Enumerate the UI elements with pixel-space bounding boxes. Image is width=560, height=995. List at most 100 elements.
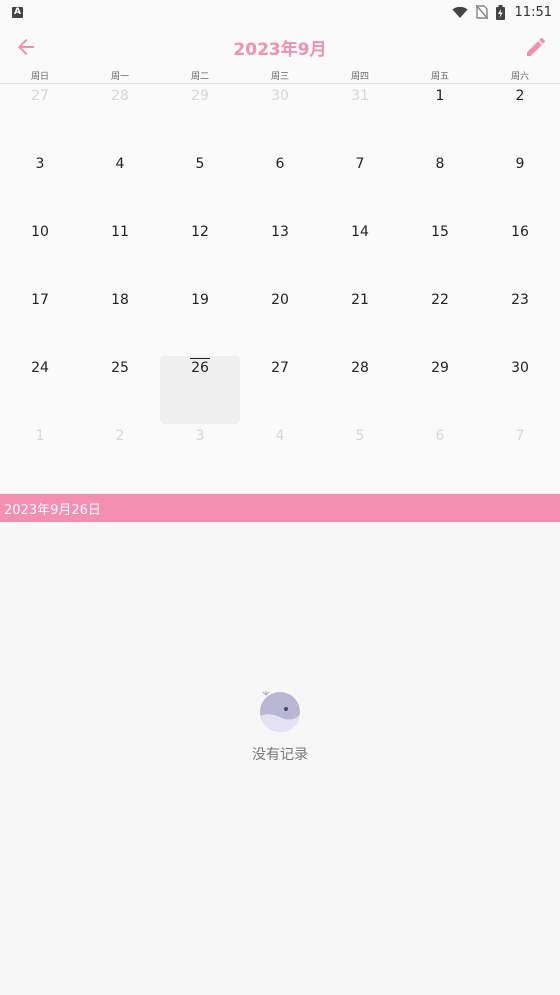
day-number: 26: [190, 358, 210, 376]
day-cell[interactable]: 6: [400, 424, 480, 492]
day-number: 29: [431, 360, 449, 376]
day-number: 21: [351, 292, 369, 308]
day-cell[interactable]: 9: [480, 152, 560, 220]
day-cell[interactable]: 24: [0, 356, 80, 424]
day-cell[interactable]: 13: [240, 220, 320, 288]
day-number: 18: [111, 292, 129, 308]
day-number: 22: [431, 292, 449, 308]
battery-charging-icon: [495, 4, 505, 20]
month-title[interactable]: 2023年9月: [233, 35, 326, 60]
day-number: 27: [271, 360, 289, 376]
day-cell[interactable]: 8: [400, 152, 480, 220]
day-cell[interactable]: 18: [80, 288, 160, 356]
day-number: 9: [515, 156, 525, 172]
day-number: 29: [191, 88, 209, 104]
accessibility-notification-icon: A: [12, 6, 23, 18]
day-cell[interactable]: 7: [320, 152, 400, 220]
day-cell[interactable]: 11: [80, 220, 160, 288]
day-number: 13: [271, 224, 289, 240]
day-cell[interactable]: 1: [400, 84, 480, 152]
day-cell[interactable]: 1: [0, 424, 80, 492]
weekday-label: 周一: [110, 72, 129, 82]
day-number: 17: [31, 292, 49, 308]
day-number: 6: [435, 428, 445, 444]
day-number: 30: [511, 360, 529, 376]
day-cell[interactable]: 28: [80, 84, 160, 152]
day-number: 4: [115, 156, 125, 172]
day-number: 31: [351, 88, 369, 104]
day-cell[interactable]: 3: [160, 424, 240, 492]
whale-icon: [260, 691, 300, 732]
status-time: 11:51: [514, 4, 552, 20]
day-cell[interactable]: 15: [400, 220, 480, 288]
day-number: 3: [35, 156, 45, 172]
day-cell[interactable]: 2: [480, 84, 560, 152]
day-cell[interactable]: 14: [320, 220, 400, 288]
day-number: 12: [191, 224, 209, 240]
day-cell[interactable]: 4: [80, 152, 160, 220]
day-cell[interactable]: 7: [480, 424, 560, 492]
day-number: 6: [275, 156, 285, 172]
day-number: 28: [111, 88, 129, 104]
day-cell[interactable]: 6: [240, 152, 320, 220]
calendar: 2023年9月 周日 周一 周二 周三 周四 周五 周六 27 28 29 30 31 1…: [0, 24, 560, 494]
day-cell[interactable]: 16: [480, 220, 560, 288]
day-cell[interactable]: 20: [240, 288, 320, 356]
day-cell[interactable]: 4: [240, 424, 320, 492]
weekday-label: 周四: [350, 72, 369, 82]
day-number: 24: [31, 360, 49, 376]
day-cell[interactable]: 29: [400, 356, 480, 424]
day-cell-selected[interactable]: 26: [160, 356, 240, 424]
empty-state: 没有记录: [0, 690, 560, 764]
weekday-label: 周二: [190, 72, 209, 82]
day-number: 7: [355, 156, 365, 172]
weekday-label: 周日: [30, 72, 49, 82]
day-number: 5: [195, 156, 205, 172]
arrow-left-icon[interactable]: [14, 35, 38, 59]
day-cell[interactable]: 27: [0, 84, 80, 152]
day-cell[interactable]: 5: [160, 152, 240, 220]
day-cell[interactable]: 10: [0, 220, 80, 288]
day-cell[interactable]: 21: [320, 288, 400, 356]
day-cell[interactable]: 5: [320, 424, 400, 492]
day-cell[interactable]: 19: [160, 288, 240, 356]
weekday-label: 周五: [430, 72, 449, 82]
day-cell[interactable]: 30: [240, 84, 320, 152]
day-cell[interactable]: 3: [0, 152, 80, 220]
no-sim-icon: [475, 5, 488, 19]
day-number: 11: [111, 224, 129, 240]
status-bar: A 11:51: [0, 0, 560, 24]
day-number: 10: [31, 224, 49, 240]
day-cell[interactable]: 22: [400, 288, 480, 356]
day-cell[interactable]: 23: [480, 288, 560, 356]
day-number: 20: [271, 292, 289, 308]
day-number: 7: [515, 428, 525, 444]
day-number: 30: [271, 88, 289, 104]
day-number: 27: [31, 88, 49, 104]
day-cell[interactable]: 31: [320, 84, 400, 152]
day-cell[interactable]: 29: [160, 84, 240, 152]
day-cell[interactable]: 12: [160, 220, 240, 288]
day-cell[interactable]: 2: [80, 424, 160, 492]
day-number: 19: [191, 292, 209, 308]
empty-state-text: 没有记录: [252, 747, 308, 763]
day-number: 16: [511, 224, 529, 240]
day-number: 14: [351, 224, 369, 240]
day-number: 23: [511, 292, 529, 308]
day-number: 15: [431, 224, 449, 240]
day-number: 8: [435, 156, 445, 172]
weekday-label: 周三: [270, 72, 289, 82]
day-cell[interactable]: 30: [480, 356, 560, 424]
day-cell[interactable]: 17: [0, 288, 80, 356]
day-number: 28: [351, 360, 369, 376]
day-number: 25: [111, 360, 129, 376]
day-cell[interactable]: 27: [240, 356, 320, 424]
day-cell[interactable]: 25: [80, 356, 160, 424]
day-number: 5: [355, 428, 365, 444]
weekday-header: 周日 周一 周二 周三 周四 周五 周六: [0, 70, 560, 84]
weekday-label: 周六: [510, 72, 529, 82]
day-cell[interactable]: 28: [320, 356, 400, 424]
day-number: 1: [35, 428, 45, 444]
pencil-icon[interactable]: [524, 35, 548, 59]
day-number: 2: [515, 88, 525, 104]
